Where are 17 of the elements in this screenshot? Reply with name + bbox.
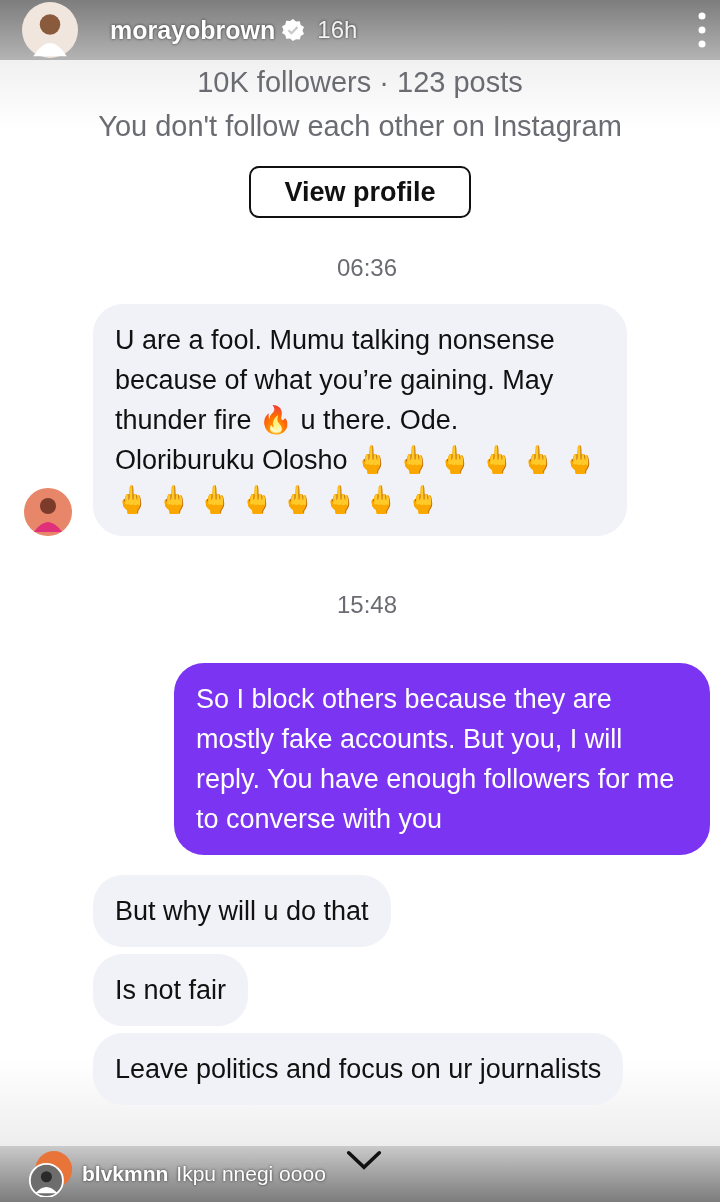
view-profile-button[interactable]: View profile [249,166,471,218]
timestamp: 06:36 [336,254,398,282]
message-bubble: So I block others because they are mostly fake accounts. But you, I will reply. You have enough followers for me to converse with you [174,663,710,855]
timestamp: 15:48 [336,591,398,619]
avatar[interactable] [24,488,72,536]
avatar[interactable] [28,1151,74,1197]
reply-text: Ikpu nnegi oooo [176,1162,326,1186]
message-bubble: Is not fair [93,954,249,1026]
message-bubble: Leave politics and focus on ur journalists [93,1033,624,1105]
chevron-down-icon[interactable] [346,1150,382,1170]
message-bubble: But why will u do that [93,875,391,947]
reply-username: blvkmnn [82,1162,169,1186]
message-bubble: U are a fool. Mumu talking nonsense because of what you’re gaining. May thunder fire 🔥 u there. Ode. Oloriburuku Olosho 🖕 🖕 🖕 🖕 🖕 🖕 🖕 🖕 🖕 🖕 🖕 🖕 🖕 🖕 [93,304,627,536]
relationship-note: You don't follow each other on Instagram [98,109,622,144]
more-options-icon[interactable] [698,12,706,48]
follower-stats: 10K followers · 123 posts [197,65,523,100]
story-time: 16h [317,16,358,44]
